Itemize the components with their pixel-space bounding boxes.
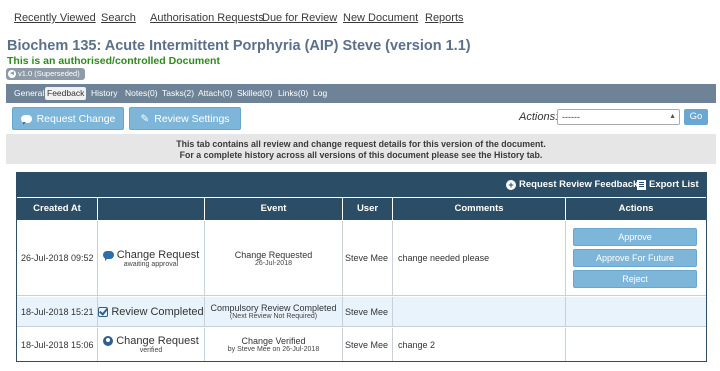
actions-select[interactable]: ------ ▲ bbox=[557, 109, 680, 125]
export-icon bbox=[637, 179, 646, 190]
col-actions: Actions bbox=[566, 198, 706, 220]
check-square-icon bbox=[98, 306, 109, 317]
tab-history[interactable]: History bbox=[89, 87, 119, 100]
select-arrows-icon: ▲ bbox=[669, 113, 676, 120]
event-sublabel: by Steve Mee on 26-Jul-2018 bbox=[227, 346, 320, 353]
user-cell: Steve Mee bbox=[343, 328, 393, 361]
chat-icon bbox=[102, 250, 114, 261]
actions-cell bbox=[566, 297, 706, 326]
created-at-cell: 18-Jul-2018 15:21 bbox=[17, 297, 98, 326]
tab-skilled[interactable]: Skilled(0) bbox=[235, 87, 274, 100]
info-box: This tab contains all review and change … bbox=[6, 134, 716, 164]
comment-cell: change 2 bbox=[393, 328, 566, 361]
event-cell: Compulsory Review Completed (Next Review… bbox=[205, 297, 343, 326]
col-user: User bbox=[343, 198, 393, 220]
table-row: 18-Jul-2018 15:06 Change Request verifie… bbox=[17, 328, 706, 361]
approve-for-future-button[interactable]: Approve For Future bbox=[573, 249, 697, 267]
review-settings-button[interactable]: ✎ Review Settings bbox=[129, 107, 241, 130]
request-change-label: Request Change bbox=[36, 112, 116, 125]
info-line-1: This tab contains all review and change … bbox=[176, 139, 546, 149]
type-cell: Change Request verified bbox=[98, 328, 205, 361]
reject-button[interactable]: Reject bbox=[573, 270, 697, 288]
col-comments: Comments bbox=[393, 198, 566, 220]
type-sublabel: awaiting approval bbox=[123, 260, 179, 268]
wrench-icon: ✎ bbox=[140, 112, 150, 125]
version-badge-label: v1.0 (Superseded) bbox=[18, 69, 80, 78]
created-at-cell: 18-Jul-2018 15:06 bbox=[17, 328, 98, 361]
actions-label: Actions: bbox=[519, 111, 559, 123]
type-cell: Change Request awaiting approval bbox=[98, 221, 205, 295]
request-review-feedback-link[interactable]: + Request Review Feedback bbox=[506, 179, 638, 190]
panel-header: + Request Review Feedback Export List bbox=[17, 173, 706, 197]
info-line-2: For a complete history across all versio… bbox=[179, 150, 543, 160]
created-at-cell: 26-Jul-2018 09:52 bbox=[17, 221, 98, 295]
nav-recently-viewed[interactable]: Recently Viewed bbox=[14, 12, 96, 24]
export-list-label: Export List bbox=[649, 179, 699, 190]
user-icon bbox=[103, 336, 114, 346]
feedback-panel: + Request Review Feedback Export List Cr… bbox=[16, 172, 707, 362]
go-button[interactable]: Go bbox=[684, 109, 708, 125]
event-label: Compulsory Review Completed bbox=[210, 303, 337, 313]
user-cell: Steve Mee bbox=[343, 221, 393, 295]
col-event: Event bbox=[205, 198, 343, 220]
nav-due-for-review[interactable]: Due for Review bbox=[262, 12, 337, 24]
chat-icon bbox=[20, 114, 32, 125]
page-title: Biochem 135: Acute Intermittent Porphyri… bbox=[7, 38, 471, 54]
type-sublabel: verified bbox=[139, 347, 163, 354]
nav-search[interactable]: Search bbox=[101, 12, 136, 24]
plus-circle-icon: + bbox=[506, 179, 516, 190]
tab-log[interactable]: Log bbox=[311, 87, 329, 100]
nav-reports[interactable]: Reports bbox=[425, 12, 464, 24]
comment-cell: change needed please bbox=[393, 221, 566, 295]
col-type bbox=[98, 198, 205, 220]
actions-select-value: ------ bbox=[562, 112, 580, 122]
type-label: Change Request bbox=[116, 248, 200, 261]
event-cell: Change Requested 26-Jul-2018 bbox=[205, 221, 343, 295]
tab-feedback[interactable]: Feedback bbox=[45, 87, 87, 100]
request-change-button[interactable]: Request Change bbox=[12, 107, 124, 130]
event-cell: Change Verified by Steve Mee on 26-Jul-2… bbox=[205, 328, 343, 361]
event-label: Change Requested bbox=[234, 249, 313, 260]
tab-bar: General Feedback History Notes(0) Tasks(… bbox=[6, 84, 716, 103]
table-row: 26-Jul-2018 09:52 Change Request awaitin… bbox=[17, 221, 706, 296]
approve-button[interactable]: Approve bbox=[573, 228, 697, 246]
type-label: Change Request bbox=[116, 335, 199, 347]
type-cell: Review Completed bbox=[98, 297, 205, 326]
tab-general[interactable]: General bbox=[12, 87, 46, 100]
version-badge[interactable]: ◂ v1.0 (Superseded) bbox=[6, 68, 85, 80]
top-navigation: Recently Viewed Search Authorisation Req… bbox=[0, 0, 720, 36]
event-sublabel: (Next Review Not Required) bbox=[229, 313, 318, 320]
nav-new-document[interactable]: New Document bbox=[343, 12, 418, 24]
tab-links[interactable]: Links(0) bbox=[276, 87, 310, 100]
tab-notes[interactable]: Notes(0) bbox=[123, 87, 160, 100]
type-label: Review Completed bbox=[111, 305, 204, 318]
review-settings-label: Review Settings bbox=[154, 112, 230, 125]
tab-tasks[interactable]: Tasks(2) bbox=[160, 87, 196, 100]
comment-cell bbox=[393, 297, 566, 326]
user-cell: Steve Mee bbox=[343, 297, 393, 326]
version-icon: ◂ bbox=[8, 70, 16, 78]
event-label: Change Verified bbox=[241, 336, 306, 346]
actions-cell bbox=[566, 328, 706, 361]
col-created-at: Created At bbox=[17, 198, 98, 220]
tab-attach[interactable]: Attach(0) bbox=[196, 87, 235, 100]
table-row: 18-Jul-2018 15:21 Review Completed Compu… bbox=[17, 297, 706, 327]
request-review-feedback-label: Request Review Feedback bbox=[519, 179, 639, 190]
export-list-link[interactable]: Export List bbox=[637, 179, 699, 190]
nav-authorisation-requests[interactable]: Authorisation Requests bbox=[150, 12, 264, 24]
event-sublabel: 26-Jul-2018 bbox=[255, 259, 292, 267]
document-status: This is an authorised/controlled Documen… bbox=[7, 55, 220, 67]
